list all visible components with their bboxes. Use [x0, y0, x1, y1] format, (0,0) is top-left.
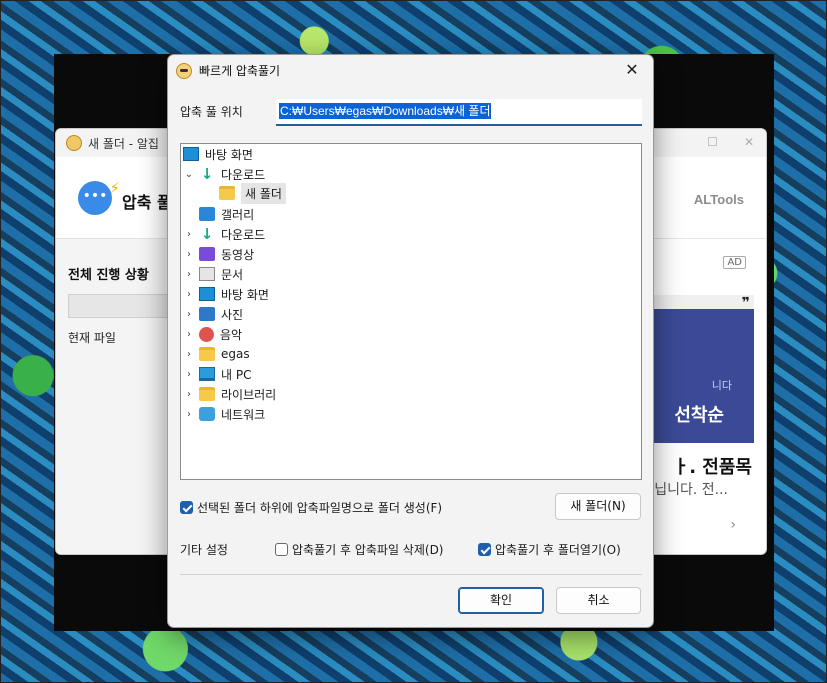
- gallery-icon: [199, 207, 215, 221]
- ad-badge: AD: [723, 256, 746, 269]
- folder-icon: [219, 186, 235, 200]
- close-icon[interactable]: ✕: [621, 59, 643, 81]
- tree-item-label: 바탕 화면: [221, 287, 269, 302]
- ad-text-big: 선착순: [674, 405, 724, 426]
- chevron-right-icon[interactable]: ›: [730, 517, 736, 533]
- chevron-right-icon[interactable]: ›: [183, 369, 195, 380]
- delete-after-checkbox[interactable]: [275, 543, 288, 556]
- download-icon: ↓: [200, 225, 214, 243]
- open-after-option[interactable]: 압축풀기 후 폴더열기(O): [478, 541, 621, 558]
- ad-text-small: 니다: [711, 379, 732, 392]
- ad-banner[interactable]: ❞ 니다 선착순: [650, 295, 754, 443]
- alzip-mascot-icon: [66, 135, 82, 151]
- photo-icon: [199, 307, 215, 321]
- lightning-icon: ⚡: [109, 179, 120, 197]
- chevron-right-icon[interactable]: ›: [183, 349, 195, 360]
- tree-item-label: 다운로드: [221, 227, 266, 242]
- dialog-titlebar: 빠르게 압축풀기: [176, 62, 280, 79]
- tree-item-label: 새 폴더: [241, 182, 286, 204]
- tree-item-gallery[interactable]: 갤러리: [199, 204, 254, 224]
- other-settings-label: 기타 설정: [180, 543, 228, 557]
- tree-item-label: 음악: [220, 327, 243, 342]
- ad-caption: ㅏ. 전품목: [672, 457, 752, 478]
- tree-item-label: 사진: [221, 307, 244, 322]
- bg-left-panel: [56, 239, 166, 554]
- bg-window-title: 새 폴더 - 알집: [88, 136, 159, 151]
- quick-extract-dialog: 빠르게 압축풀기 ✕ 압축 풀 위치 C:₩Users₩egas₩Downloa…: [167, 54, 654, 628]
- dialog-title: 빠르게 압축풀기: [199, 64, 281, 78]
- cancel-button[interactable]: 취소: [556, 587, 641, 614]
- tree-item-label: 내 PC: [221, 367, 252, 382]
- tree-item-label: 네트워크: [221, 407, 266, 422]
- desktop-icon: [183, 147, 199, 161]
- open-after-label: 압축풀기 후 폴더열기(O): [495, 543, 621, 557]
- chevron-right-icon[interactable]: ›: [183, 389, 195, 400]
- tree-item-videos[interactable]: › 동영상: [183, 244, 254, 264]
- ad-subtext: 닙니다. 전...: [654, 482, 728, 498]
- video-icon: [199, 247, 215, 261]
- ad-banner-top: [650, 295, 754, 309]
- download-icon: ↓: [200, 165, 214, 183]
- tree-item-this-pc[interactable]: › 내 PC: [183, 364, 251, 384]
- tree-item-desktop-2[interactable]: › 바탕 화면: [183, 284, 269, 304]
- chevron-right-icon[interactable]: ›: [183, 249, 195, 260]
- tree-item-egas[interactable]: › egas: [183, 344, 250, 364]
- tree-item-label: 바탕 화면: [205, 147, 253, 162]
- alzip-logo-icon: ••• ⚡: [78, 179, 120, 215]
- tree-item-documents[interactable]: › 문서: [183, 264, 243, 284]
- bg-window-controls: ☐ ✕: [707, 135, 754, 149]
- tree-item-libraries[interactable]: › 라이브러리: [183, 384, 276, 404]
- progress-title: 전체 진행 상황: [68, 268, 149, 283]
- tree-item-label: 라이브러리: [221, 387, 277, 402]
- tree-item-network[interactable]: › 네트워크: [183, 404, 265, 424]
- bg-app-title: 압축 풀: [122, 193, 172, 212]
- chevron-right-icon[interactable]: ›: [183, 309, 195, 320]
- pc-icon: [199, 367, 215, 381]
- tree-item-new-folder[interactable]: 새 폴더: [219, 182, 286, 204]
- chevron-right-icon[interactable]: ›: [183, 289, 195, 300]
- close-icon[interactable]: ✕: [744, 135, 754, 149]
- tree-item-downloads-expanded[interactable]: ⌄ ↓ 다운로드: [183, 164, 265, 184]
- delete-after-label: 압축풀기 후 압축파일 삭제(D): [292, 543, 444, 557]
- extract-path-value: C:₩Users₩egas₩Downloads₩새 폴더: [279, 103, 492, 119]
- chevron-right-icon[interactable]: ›: [183, 269, 195, 280]
- create-folder-checkbox[interactable]: [180, 501, 193, 514]
- quote-icon: ❞: [741, 295, 750, 311]
- document-icon: [199, 267, 215, 281]
- folder-tree[interactable]: 바탕 화면 ⌄ ↓ 다운로드 새 폴더 갤러리 › ↓ 다운로드 › 동영상 ›: [180, 143, 642, 480]
- tree-item-label: 갤러리: [221, 207, 255, 222]
- network-icon: [199, 407, 215, 421]
- altools-brand: ALTools: [693, 192, 744, 207]
- new-folder-button[interactable]: 새 폴더(N): [555, 493, 641, 520]
- ok-button[interactable]: 확인: [458, 587, 544, 614]
- desktop-icon: [199, 287, 215, 301]
- create-folder-label: 선택된 폴더 하위에 압축파일명으로 폴더 생성(F): [197, 501, 443, 515]
- open-after-checkbox[interactable]: [478, 543, 491, 556]
- overall-progress-bar: [68, 294, 168, 318]
- chevron-down-icon[interactable]: ⌄: [183, 169, 195, 180]
- chevron-right-icon[interactable]: ›: [183, 329, 195, 340]
- maximize-icon[interactable]: ☐: [707, 135, 718, 149]
- chevron-right-icon[interactable]: ›: [183, 409, 195, 420]
- tree-item-label: 다운로드: [221, 167, 266, 182]
- tree-item-pictures[interactable]: › 사진: [183, 304, 243, 324]
- extract-path-input[interactable]: C:₩Users₩egas₩Downloads₩새 폴더: [276, 99, 642, 126]
- create-folder-option[interactable]: 선택된 폴더 하위에 압축파일명으로 폴더 생성(F): [180, 499, 442, 516]
- extract-path-label: 압축 풀 위치: [180, 105, 243, 119]
- alzip-mascot-icon: [176, 62, 192, 79]
- tree-item-label: egas: [221, 347, 250, 361]
- tree-item-desktop[interactable]: 바탕 화면: [183, 144, 253, 164]
- music-icon: [199, 326, 214, 342]
- tree-item-downloads[interactable]: › ↓ 다운로드: [183, 224, 265, 244]
- chevron-right-icon[interactable]: ›: [183, 229, 195, 240]
- folder-icon: [199, 387, 215, 401]
- folder-icon: [199, 347, 215, 361]
- tree-item-label: 동영상: [221, 247, 255, 262]
- current-file-label: 현재 파일: [68, 331, 116, 345]
- tree-item-music[interactable]: › 음악: [183, 324, 242, 344]
- divider: [180, 574, 642, 575]
- tree-item-label: 문서: [221, 267, 244, 282]
- delete-after-option[interactable]: 압축풀기 후 압축파일 삭제(D): [275, 541, 444, 558]
